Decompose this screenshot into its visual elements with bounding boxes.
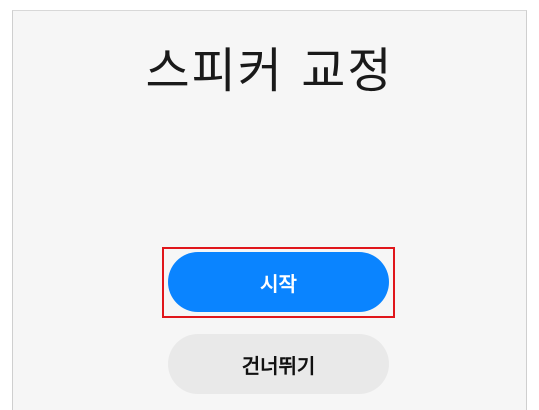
page-title: 스피커 교정	[145, 43, 394, 99]
start-button[interactable]: 시작	[168, 252, 389, 312]
skip-button[interactable]: 건너뛰기	[168, 334, 389, 394]
speaker-calibration-screen: 스피커 교정 시작 건너뛰기	[12, 10, 527, 410]
